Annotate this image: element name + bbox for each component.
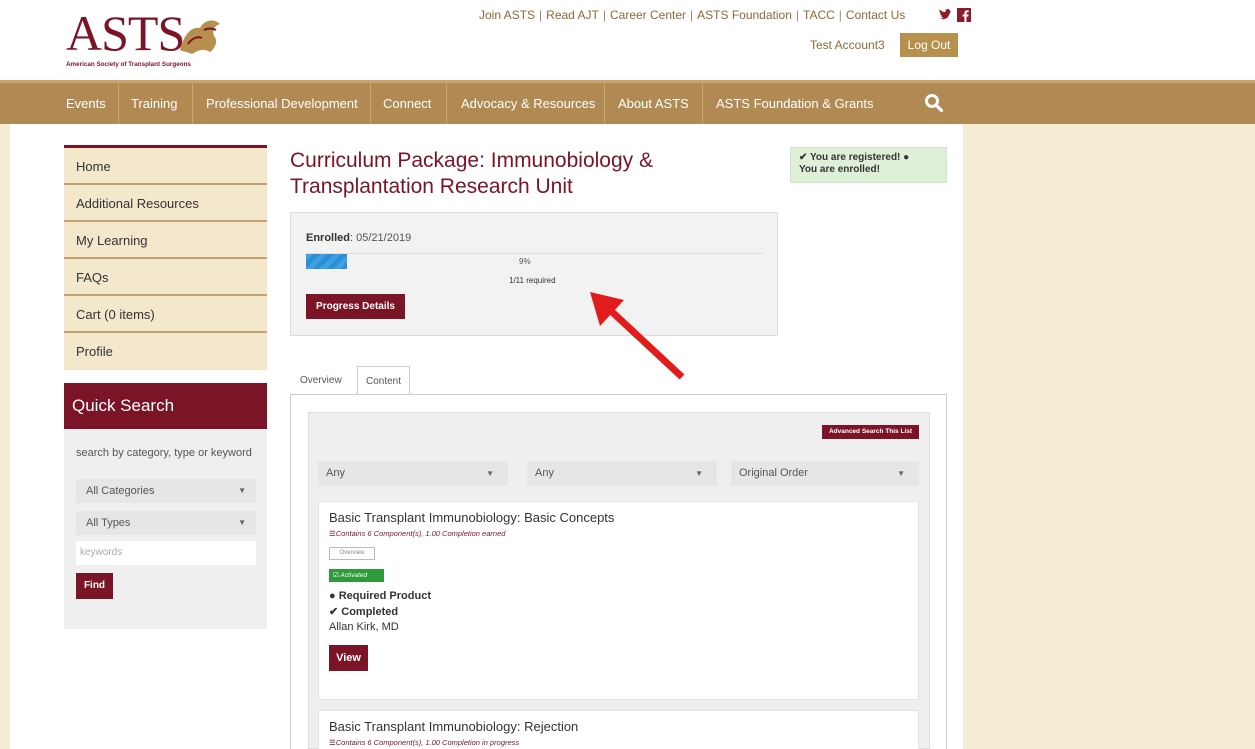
sidebar-item-additional-resources[interactable]: Additional Resources: [64, 185, 267, 222]
chevron-down-icon: ▼: [238, 518, 246, 527]
chevron-down-icon: ▼: [897, 469, 905, 478]
page-background-left: [0, 124, 10, 749]
tacc-link[interactable]: TACC: [803, 8, 835, 22]
read-ajt-link[interactable]: Read AJT: [546, 8, 599, 22]
tab-content[interactable]: Content: [357, 366, 411, 395]
check-square-icon: ☑: [333, 572, 339, 579]
quick-search-title: Quick Search: [64, 383, 267, 429]
nav-foundation-grants[interactable]: ASTS Foundation & Grants: [716, 83, 874, 124]
progress-required: 1/11 required: [509, 276, 556, 285]
account-name[interactable]: Test Account3: [810, 38, 885, 52]
career-center-link[interactable]: Career Center: [610, 8, 686, 22]
progress-bar: [306, 253, 763, 269]
page-title: Curriculum Package: Immunobiology & Tran…: [290, 149, 653, 198]
progress-bar-fill: [306, 254, 348, 269]
keywords-input[interactable]: keywords: [76, 541, 256, 565]
sidebar-item-cart[interactable]: Cart (0 items): [64, 296, 267, 333]
nav-about-asts[interactable]: About ASTS: [618, 83, 689, 124]
asts-foundation-link[interactable]: ASTS Foundation: [697, 8, 792, 22]
progress-details-button[interactable]: Progress Details: [306, 294, 405, 319]
product-components: ☰Contains 6 Component(s), 1.00 Completio…: [329, 529, 506, 538]
category-select[interactable]: All Categories ▼: [76, 479, 256, 503]
join-asts-link[interactable]: Join ASTS: [479, 8, 535, 22]
nav-training[interactable]: Training: [131, 83, 177, 124]
chevron-down-icon: ▼: [238, 486, 246, 495]
activated-badge: ☑ Activated: [329, 569, 384, 582]
enrolled-status: You are enrolled!: [799, 164, 880, 175]
view-button[interactable]: View: [329, 645, 368, 671]
chevron-down-icon: ▼: [486, 469, 494, 478]
product-title[interactable]: Basic Transplant Immunobiology: Rejectio…: [329, 719, 578, 734]
chevron-down-icon: ▼: [695, 469, 703, 478]
logo-tagline: American Society of Transplant Surgeons: [66, 61, 191, 68]
logo-text: ASTS: [66, 5, 185, 61]
product-title[interactable]: Basic Transplant Immunobiology: Basic Co…: [329, 510, 614, 525]
advanced-search-button[interactable]: Advanced Search This List: [822, 425, 919, 439]
facebook-icon[interactable]: [957, 8, 971, 22]
main-nav: Events Training Professional Development…: [0, 80, 1255, 124]
registered-status: ✔ You are registered! ●: [799, 152, 910, 163]
sidebar-item-my-learning[interactable]: My Learning: [64, 222, 267, 259]
list-icon: ☰: [329, 738, 336, 747]
progress-percent: 9%: [519, 257, 531, 266]
twitter-icon[interactable]: [938, 8, 952, 22]
registration-status-box: ✔ You are registered! ● You are enrolled…: [790, 147, 947, 183]
nav-professional-development[interactable]: Professional Development: [206, 83, 358, 124]
find-button[interactable]: Find: [76, 573, 113, 599]
sort-select[interactable]: Original Order ▼: [731, 461, 919, 486]
tab-overview[interactable]: Overview: [292, 366, 350, 395]
filter-select-1[interactable]: Any ▼: [318, 461, 508, 486]
filter-select-2[interactable]: Any ▼: [527, 461, 717, 486]
contact-us-link[interactable]: Contact Us: [846, 8, 905, 22]
required-product-label: ● Required Product: [329, 590, 431, 602]
nav-events[interactable]: Events: [66, 83, 106, 124]
enrolled-date: Enrolled: 05/21/2019: [306, 232, 412, 244]
site-header: ASTS American Society of Transplant Surg…: [0, 0, 1255, 80]
progress-panel: Enrolled: 05/21/2019 9% 1/11 required Pr…: [290, 212, 778, 336]
annotation-arrow-icon: [590, 292, 685, 380]
completed-label: ✔ Completed: [329, 606, 399, 618]
nav-advocacy-resources[interactable]: Advocacy & Resources: [461, 83, 595, 124]
top-links: Join ASTS | Read AJT | Career Center | ASTS Fo…: [479, 8, 906, 22]
type-select[interactable]: All Types ▼: [76, 511, 256, 535]
product-author: Allan Kirk, MD: [329, 621, 399, 633]
asts-logo[interactable]: ASTS American Society of Transplant Surg…: [66, 8, 236, 70]
quick-search-panel: Quick Search search by category, type or…: [64, 383, 267, 629]
page-background-right: [963, 124, 1255, 749]
overview-button[interactable]: Overview: [329, 547, 375, 560]
search-icon[interactable]: [924, 93, 944, 113]
product-components: ☰Contains 6 Component(s), 1.00 Completio…: [329, 738, 520, 747]
nav-connect[interactable]: Connect: [383, 83, 431, 124]
sidebar-menu: Home Additional Resources My Learning FA…: [64, 145, 267, 370]
list-icon: ☰: [329, 529, 336, 538]
product-card: Basic Transplant Immunobiology: Rejectio…: [318, 710, 919, 749]
sidebar-item-faqs[interactable]: FAQs: [64, 259, 267, 296]
quick-search-label: search by category, type or keyword: [76, 447, 252, 459]
sidebar-item-profile[interactable]: Profile: [64, 333, 267, 370]
logo-emblem-icon: [180, 20, 220, 54]
logout-button[interactable]: Log Out: [900, 33, 958, 57]
sidebar-item-home[interactable]: Home: [64, 148, 267, 185]
product-card: Basic Transplant Immunobiology: Basic Co…: [318, 501, 919, 700]
